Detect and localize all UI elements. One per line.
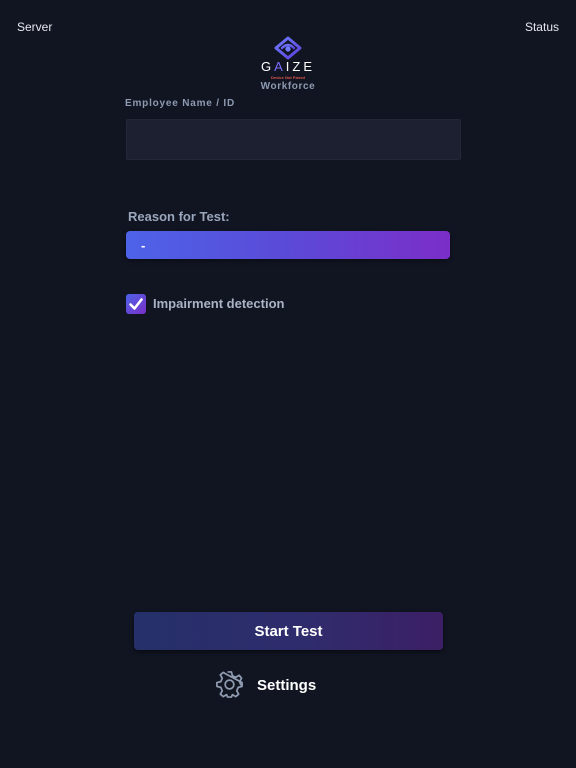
logo-wordmark: GAIZE [0, 59, 576, 74]
product-name: Workforce [260, 81, 316, 92]
check-icon [129, 298, 143, 310]
gear-icon [216, 671, 243, 698]
reason-select[interactable]: - [126, 231, 450, 259]
start-test-button[interactable]: Start Test [134, 612, 443, 650]
settings-button[interactable]: Settings [215, 670, 365, 700]
employee-input[interactable] [126, 119, 461, 160]
logo-letters-rest: IZE [285, 59, 316, 74]
employee-label: Employee Name / ID [125, 98, 235, 109]
reason-value: - [141, 238, 146, 253]
server-link[interactable]: Server [17, 20, 52, 34]
status-link[interactable]: Status [525, 20, 559, 34]
device-status-note: Device Not Paired [270, 75, 305, 80]
impairment-checkbox[interactable] [126, 294, 146, 314]
gaize-eye-icon [274, 36, 302, 60]
reason-label: Reason for Test: [128, 209, 230, 224]
logo-letter-a: A [274, 59, 286, 74]
impairment-label[interactable]: Impairment detection [153, 296, 284, 311]
settings-label: Settings [257, 677, 317, 694]
logo-letter-g: G [260, 59, 275, 74]
